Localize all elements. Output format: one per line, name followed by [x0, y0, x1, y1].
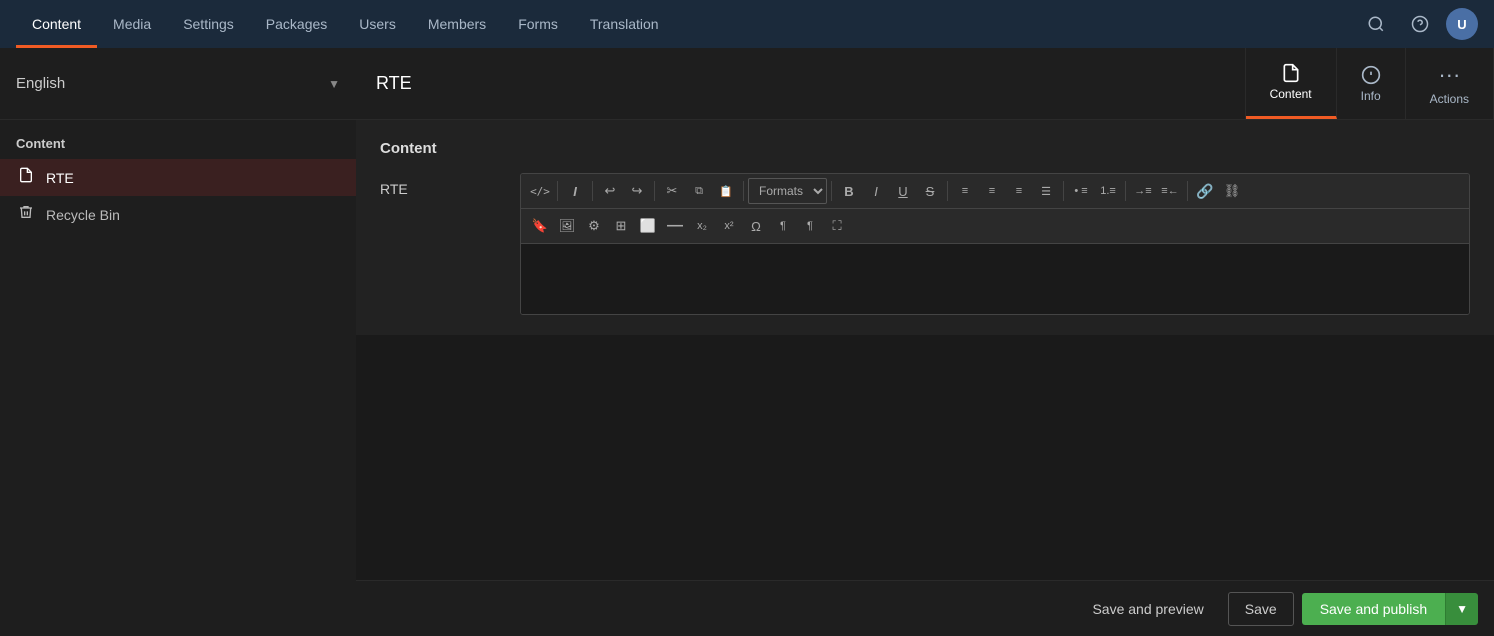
bold-btn[interactable]: B [836, 178, 862, 204]
toolbar-separator [947, 181, 948, 201]
chevron-down-icon: ▼ [1456, 602, 1468, 616]
italic2-btn[interactable]: I [863, 178, 889, 204]
special-char-btn[interactable]: Ω [743, 213, 769, 239]
table-btn[interactable]: ⊞ [608, 213, 634, 239]
sidebar: English ▼ Content RTE Recycle Bin [0, 48, 356, 636]
source-code-btn[interactable]: </> [527, 178, 553, 204]
superscript-btn[interactable]: x² [716, 213, 742, 239]
remove-link-btn[interactable]: ⛓ [1219, 178, 1245, 204]
nav-item-translation[interactable]: Translation [574, 0, 675, 48]
toolbar-separator [1063, 181, 1064, 201]
toolbar-separator [557, 181, 558, 201]
header-bar: Content Info ··· Actions [356, 48, 1494, 120]
rte-field-label: RTE [380, 173, 500, 197]
align-center-btn[interactable]: ≡ [979, 178, 1005, 204]
user-avatar[interactable]: U [1446, 8, 1478, 40]
save-publish-group: Save and publish ▼ [1302, 593, 1478, 625]
nav-item-members[interactable]: Members [412, 0, 502, 48]
toolbar-separator [743, 181, 744, 201]
content-section: Content RTE </> I ↩ ↪ ✂ [356, 120, 1494, 335]
sidebar-item-label: RTE [46, 170, 74, 186]
nav-item-media[interactable]: Media [97, 0, 167, 48]
macro-btn[interactable]: ⚙ [581, 213, 607, 239]
underline-btn[interactable]: U [890, 178, 916, 204]
sidebar-item-rte[interactable]: RTE [0, 159, 356, 196]
subscript-btn[interactable]: x₂ [689, 213, 715, 239]
save-preview-button[interactable]: Save and preview [1076, 593, 1219, 625]
italic-btn[interactable]: I [562, 178, 588, 204]
rte-toolbar-row2: 🔖 🖼 ⚙ ⊞ ⬜ — x₂ x² Ω ¶ ¶ ⛶ [521, 209, 1469, 244]
numbered-list-btn[interactable]: 1.≡ [1095, 178, 1121, 204]
toolbar-separator [1187, 181, 1188, 201]
content-tab-label: Content [1270, 87, 1312, 101]
rte-body[interactable] [521, 244, 1469, 314]
hr-btn[interactable]: — [662, 213, 688, 239]
top-nav: Content Media Settings Packages Users Me… [0, 0, 1494, 48]
formats-dropdown[interactable]: Formats [748, 178, 827, 204]
nav-item-forms[interactable]: Forms [502, 0, 574, 48]
strikethrough-btn[interactable]: S [917, 178, 943, 204]
nav-item-packages[interactable]: Packages [250, 0, 343, 48]
footer: Save and preview Save Save and publish ▼ [356, 580, 1494, 636]
insert-link-btn[interactable]: 🔗 [1192, 178, 1218, 204]
content-section-title: Content [380, 140, 1470, 157]
help-icon[interactable] [1402, 6, 1438, 42]
cut-btn[interactable]: ✂ [659, 178, 685, 204]
paste-btn[interactable]: 📋 [713, 178, 739, 204]
rte-row: RTE </> I ↩ ↪ ✂ ⧉ 📋 [380, 173, 1470, 315]
toolbar-separator [1125, 181, 1126, 201]
rtl-btn[interactable]: ¶ [797, 213, 823, 239]
actions-btn[interactable]: ··· Actions [1406, 48, 1494, 119]
bullet-list-btn[interactable]: • ≡ [1068, 178, 1094, 204]
content-tab-btn[interactable]: Content [1246, 48, 1337, 119]
fullscreen-btn[interactable]: ⛶ [824, 213, 850, 239]
trash-icon [16, 204, 36, 225]
align-right-btn[interactable]: ≡ [1006, 178, 1032, 204]
toolbar-separator [831, 181, 832, 201]
nav-item-content[interactable]: Content [16, 0, 97, 48]
copy-btn[interactable]: ⧉ [686, 178, 712, 204]
media-btn[interactable]: ⬜ [635, 213, 661, 239]
sidebar-item-recycle-bin[interactable]: Recycle Bin [0, 196, 356, 233]
header-actions: Content Info ··· Actions [1245, 48, 1494, 119]
rte-toolbar-row1: </> I ↩ ↪ ✂ ⧉ 📋 Formats [521, 174, 1469, 209]
nav-item-users[interactable]: Users [343, 0, 412, 48]
align-left-btn[interactable]: ≡ [952, 178, 978, 204]
content-area: Content RTE </> I ↩ ↪ ✂ [356, 120, 1494, 580]
sidebar-item-label: Recycle Bin [46, 207, 120, 223]
insert-image-btn[interactable]: 🖼 [554, 213, 580, 239]
toolbar-separator [592, 181, 593, 201]
redo-btn[interactable]: ↪ [624, 178, 650, 204]
outdent-btn[interactable]: ≡← [1157, 178, 1183, 204]
search-icon[interactable] [1358, 6, 1394, 42]
chevron-down-icon: ▼ [328, 77, 340, 91]
info-tab-btn[interactable]: Info [1337, 48, 1406, 119]
header-title-area [356, 48, 1245, 119]
save-publish-button[interactable]: Save and publish [1302, 593, 1445, 625]
nav-item-settings[interactable]: Settings [167, 0, 250, 48]
ltr-btn[interactable]: ¶ [770, 213, 796, 239]
actions-btn-label: Actions [1430, 92, 1469, 106]
document-icon [16, 167, 36, 188]
right-panel: Content Info ··· Actions Content RTE [356, 48, 1494, 636]
language-selector[interactable]: English ▼ [0, 48, 356, 120]
anchor-btn[interactable]: 🔖 [527, 213, 553, 239]
page-title-input[interactable] [376, 73, 1225, 94]
undo-btn[interactable]: ↩ [597, 178, 623, 204]
toolbar-separator [654, 181, 655, 201]
main-layout: English ▼ Content RTE Recycle Bin [0, 48, 1494, 636]
save-button[interactable]: Save [1228, 592, 1294, 626]
indent-btn[interactable]: →≡ [1130, 178, 1156, 204]
language-label: English [16, 75, 320, 92]
sidebar-section-title: Content [0, 120, 356, 159]
rte-editor: </> I ↩ ↪ ✂ ⧉ 📋 Formats [520, 173, 1470, 315]
save-publish-arrow-button[interactable]: ▼ [1445, 593, 1478, 625]
justify-btn[interactable]: ☰ [1033, 178, 1059, 204]
info-tab-label: Info [1361, 89, 1381, 103]
